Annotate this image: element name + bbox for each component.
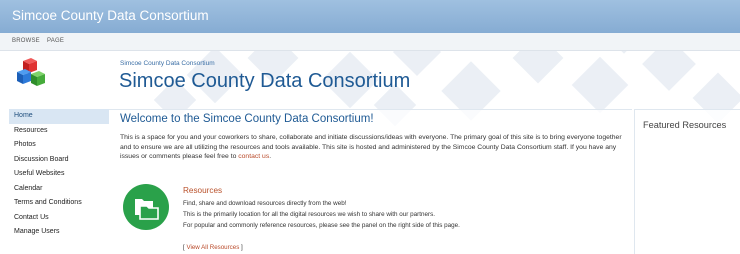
intro-text: This is a space for you and your coworke… [120,134,622,161]
bracket-close: ] [239,244,243,251]
nav-item-calendar[interactable]: Calendar [9,182,109,197]
intro-end: . [269,153,272,161]
nav-item-home[interactable]: Home [9,109,109,124]
tab-page[interactable]: PAGE [47,38,64,44]
tab-browse[interactable]: BROWSE [12,38,40,44]
view-all-resources: [ View All Resources ] [183,244,243,251]
site-title-link[interactable]: Simcoe County Data Consortium [12,8,209,23]
colored-cubes-icon[interactable] [15,57,49,91]
view-all-resources-link[interactable]: View All Resources [186,244,239,251]
nav-item-contact-us[interactable]: Contact Us [9,211,109,226]
breadcrumb[interactable]: Simcoe County Data Consortium [120,60,215,67]
nav-item-useful-websites[interactable]: Useful Websites [9,167,109,182]
resources-heading[interactable]: Resources [183,186,222,195]
main-content: Welcome to the Simcoe County Data Consor… [109,109,632,254]
contact-us-link[interactable]: contact us [238,153,269,160]
resources-line-3: For popular and commonly reference resou… [183,222,460,229]
nav-item-photos[interactable]: Photos [9,138,109,153]
quick-launch-nav: Home Resources Photos Discussion Board U… [9,109,109,240]
welcome-heading: Welcome to the Simcoe County Data Consor… [120,113,374,125]
nav-item-resources[interactable]: Resources [9,124,109,139]
intro-paragraph: This is a space for you and your coworke… [120,133,626,162]
nav-item-discussion-board[interactable]: Discussion Board [9,153,109,168]
resources-line-2: This is the primarily location for all t… [183,211,435,218]
ribbon-bar: BROWSE PAGE [0,33,740,51]
page-title: Simcoe County Data Consortium [119,70,411,92]
featured-resources-panel: Featured Resources [634,109,740,254]
nav-item-terms-and-conditions[interactable]: Terms and Conditions [9,196,109,211]
folders-icon[interactable] [123,184,169,230]
featured-resources-title: Featured Resources [643,120,727,130]
resources-line-1: Find, share and download resources direc… [183,200,347,207]
top-bar: Simcoe County Data Consortium [0,0,740,33]
nav-item-manage-users[interactable]: Manage Users [9,225,109,240]
